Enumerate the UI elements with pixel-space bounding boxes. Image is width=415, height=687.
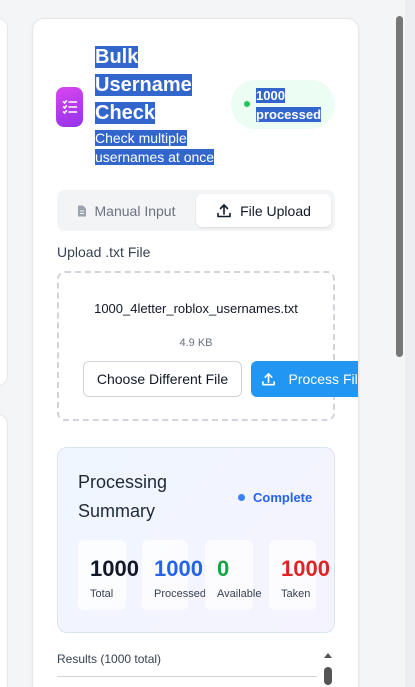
stat-value: 1000 (281, 556, 330, 581)
tab-manual-label: Manual Input (94, 202, 176, 219)
stat-available: 0 Available (205, 540, 261, 610)
status-text: Complete (253, 490, 313, 505)
status-badge: Complete (238, 490, 312, 505)
file-dropzone[interactable]: 1000_4letter_roblox_usernames.txt 4.9 KB… (57, 271, 358, 421)
bulk-check-card: Bulk Username Check Check multiple usern… (32, 18, 359, 687)
results-scrollbar[interactable] (324, 667, 332, 685)
scroll-up-arrow-icon[interactable] (324, 653, 332, 658)
tab-file-label: File Upload (240, 202, 311, 219)
page-scrollbar[interactable] (396, 16, 403, 357)
stat-value: 1000 (90, 556, 139, 581)
stat-taken: 1000 Taken (269, 540, 330, 610)
file-name: 1000_4letter_roblox_usernames.txt (94, 301, 298, 316)
page-subtitle: Check multiple usernames at once (95, 130, 215, 165)
stat-processed: 1000 Processed (142, 540, 206, 610)
stat-total: 1000 Total (78, 540, 139, 610)
input-mode-tabs: Manual Input File Upload (57, 190, 335, 231)
file-size: 4.9 KB (179, 337, 213, 349)
status-dot-icon (244, 101, 250, 107)
stat-value: 1000 (154, 556, 203, 581)
processed-badge: 1000 processed (231, 80, 335, 129)
checklist-icon (56, 87, 83, 127)
process-file-button[interactable]: Process File (251, 361, 359, 397)
tab-file-upload[interactable]: File Upload (196, 194, 331, 227)
header-text: Bulk Username Check Check multiple usern… (95, 43, 225, 167)
processed-count: 1000 processed (256, 88, 322, 122)
stat-label: Taken (281, 588, 311, 600)
adjacent-panel (0, 18, 8, 386)
document-icon (77, 205, 86, 216)
processing-summary: Processing Summary Complete 1000 Total 1… (57, 447, 335, 633)
process-button-label: Process File (288, 371, 359, 387)
summary-title: Processing Summary (78, 472, 168, 521)
tab-manual-input[interactable]: Manual Input (61, 194, 191, 227)
adjacent-panel-lower (0, 414, 8, 687)
choose-file-button[interactable]: Choose Different File (83, 361, 242, 397)
page-title: Bulk Username Check (95, 46, 192, 124)
stat-value: 0 (217, 556, 230, 581)
status-dot-icon (238, 494, 245, 501)
results-header: Results (1000 total) (57, 652, 162, 666)
results-divider (57, 676, 317, 677)
upload-label: Upload .txt File (57, 244, 151, 260)
upload-icon (217, 203, 231, 217)
stat-label: Total (90, 588, 114, 600)
upload-icon (262, 372, 276, 385)
stat-label: Available (217, 588, 262, 600)
stat-label: Processed (154, 588, 206, 600)
scrollbar-track (405, 0, 415, 687)
